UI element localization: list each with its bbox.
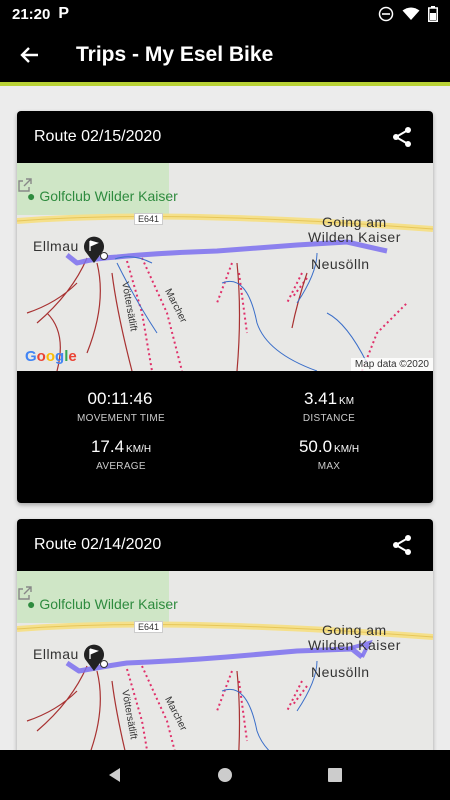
map-town-label: Wilden Kaiser	[308, 637, 401, 653]
stat-value: 50.0	[298, 437, 333, 456]
stat-distance: 3.41 KM DISTANCE	[225, 389, 433, 437]
map-poi-label: ● Golfclub Wilder Kaiser	[27, 596, 178, 612]
trip-card[interactable]: Route 02/15/2020 ● Golfclub Wilder Kaise…	[17, 111, 433, 503]
open-external-icon[interactable]	[17, 177, 33, 193]
stat-label: DISTANCE	[302, 413, 356, 424]
status-bar: 21:20 P	[0, 0, 450, 28]
map-town-label: Going am	[322, 214, 387, 230]
share-button[interactable]	[388, 531, 416, 559]
open-external-icon[interactable]	[17, 585, 33, 601]
share-icon	[393, 535, 411, 555]
trip-stats: 00:11:46 MOVEMENT TIME 3.41 KM DISTANCE 1…	[17, 371, 433, 503]
status-icons	[378, 6, 438, 22]
app-bar: Trips - My Esel Bike	[0, 28, 450, 82]
trip-card-header: Route 02/15/2020	[17, 111, 433, 163]
map-poi-label: ● Golfclub Wilder Kaiser	[27, 188, 178, 204]
stat-unit: KM/H	[126, 444, 152, 455]
parking-app-icon: P	[58, 5, 70, 22]
wifi-icon	[402, 7, 420, 20]
route-map[interactable]: ● Golfclub Wilder Kaiser E641 Ellmau Goi…	[17, 571, 433, 750]
trip-card[interactable]: Route 02/14/2020 ● Golfclub Wilder Kaise…	[17, 519, 433, 750]
do-not-disturb-icon	[378, 6, 394, 22]
map-town-label: Ellmau	[33, 238, 79, 254]
nav-recents-icon[interactable]	[326, 766, 344, 784]
battery-icon	[428, 6, 438, 22]
status-time: 21:20	[12, 5, 51, 23]
share-icon	[393, 127, 411, 147]
map-road-label: E641	[134, 621, 164, 633]
trip-title: Route 02/14/2020	[34, 536, 162, 553]
map-town-label: Going am	[322, 622, 387, 638]
stat-max: 50.0 KM/H MAX	[225, 437, 433, 485]
stat-average: 17.4 KM/H AVERAGE	[17, 437, 225, 485]
stat-value: 00:11:46	[87, 389, 153, 408]
map-road-label: E641	[134, 213, 164, 225]
trip-list[interactable]: Route 02/15/2020 ● Golfclub Wilder Kaise…	[0, 86, 450, 750]
trip-title: Route 02/15/2020	[34, 128, 162, 145]
page-title: Trips - My Esel Bike	[76, 43, 274, 66]
arrow-back-icon	[20, 47, 38, 63]
map-town-label: Wilden Kaiser	[308, 229, 401, 245]
stat-label: MOVEMENT TIME	[77, 413, 165, 424]
stat-movement-time: 00:11:46 MOVEMENT TIME	[17, 389, 225, 437]
stat-unit: KM/H	[334, 444, 360, 455]
stat-value: 17.4	[90, 437, 125, 456]
stat-value: 3.41	[303, 389, 338, 408]
nav-home-icon[interactable]	[216, 766, 234, 784]
google-logo: Google	[25, 348, 77, 365]
stat-unit: KM	[339, 396, 355, 407]
map-town-label: Neusölln	[311, 664, 370, 680]
map-town-label: Ellmau	[33, 646, 79, 662]
nav-back-icon[interactable]	[106, 766, 124, 784]
share-button[interactable]	[388, 123, 416, 151]
route-map[interactable]: ● Golfclub Wilder Kaiser E641 Ellmau Goi…	[17, 163, 433, 371]
back-button[interactable]	[0, 28, 60, 82]
stat-label: AVERAGE	[96, 461, 146, 472]
stat-label: MAX	[317, 461, 341, 472]
system-nav-bar	[0, 750, 450, 800]
map-town-label: Neusölln	[311, 256, 370, 272]
trip-card-header: Route 02/14/2020	[17, 519, 433, 571]
map-attribution: Map data ©2020	[350, 358, 433, 371]
